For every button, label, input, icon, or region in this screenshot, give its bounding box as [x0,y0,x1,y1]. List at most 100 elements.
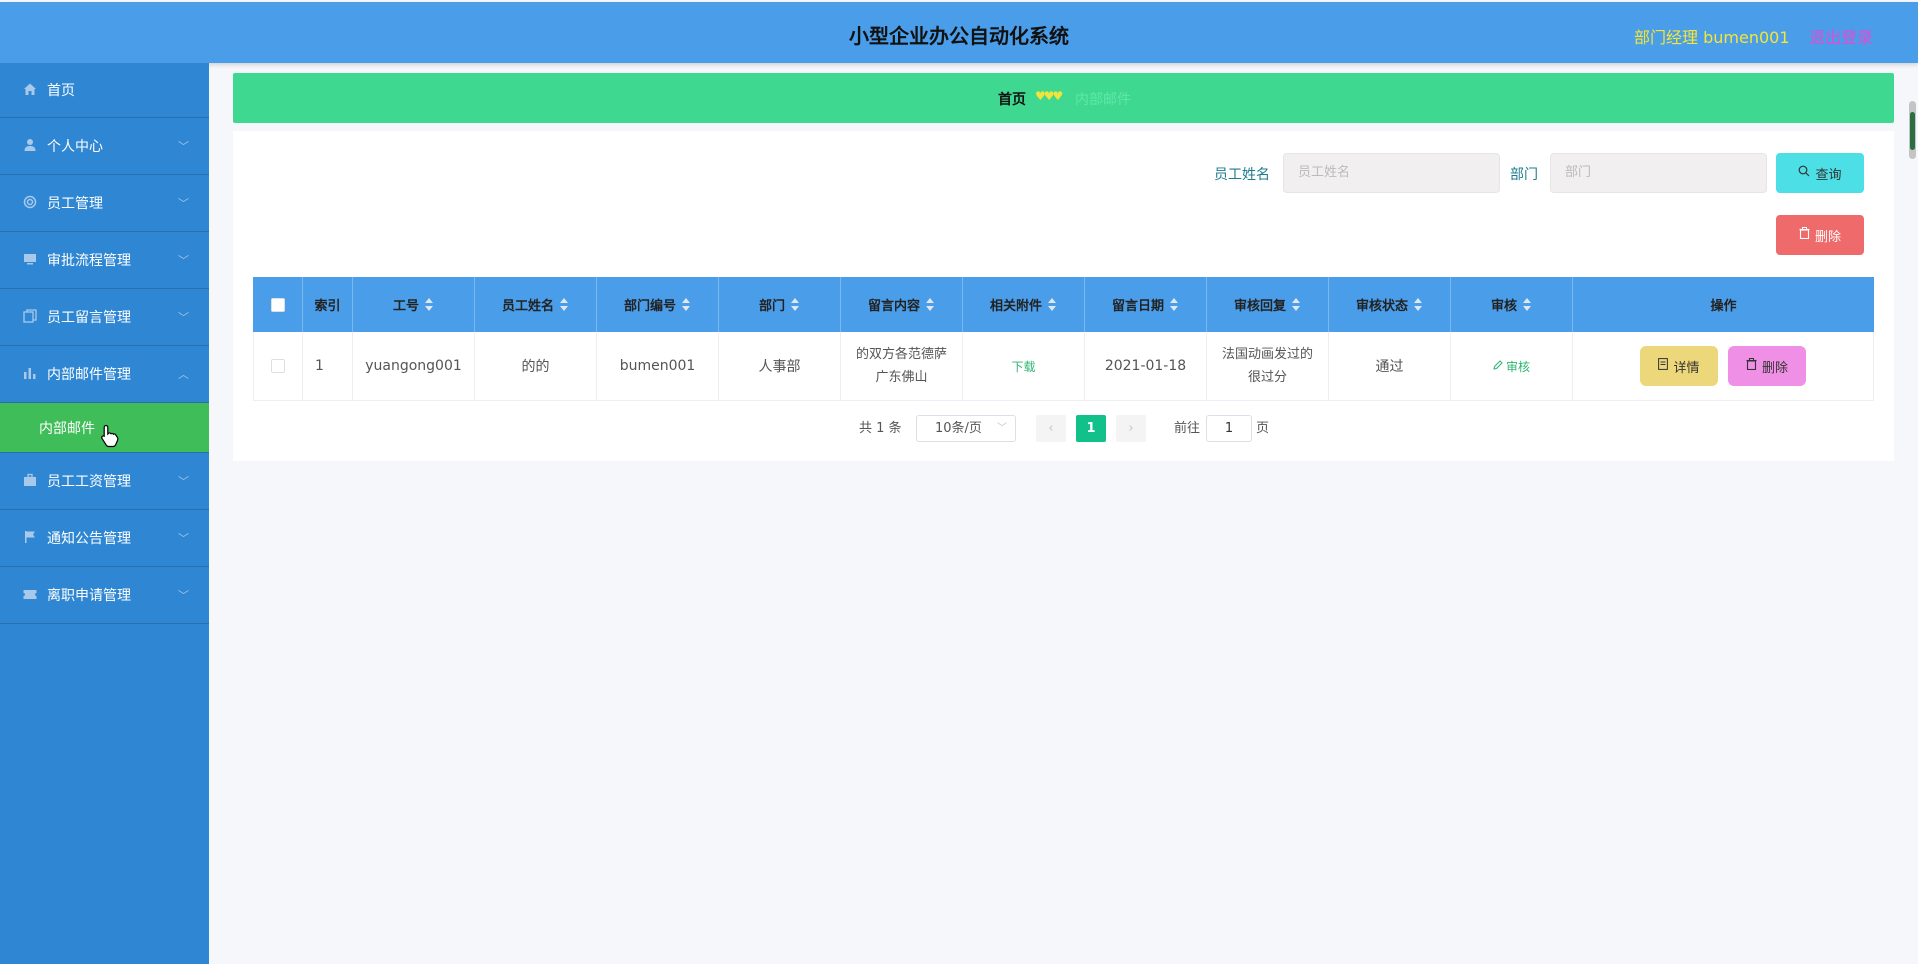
cell-content: 的双方各范德萨广东佛山 [841,332,963,400]
sidebar-item-personal-center[interactable]: 个人中心 ﹀ [0,118,209,175]
cell-actions: 详情 删除 [1573,332,1873,400]
edit-icon [1493,359,1503,373]
goto-label: 前往 [1174,421,1201,436]
employee-name-input[interactable]: 员工姓名 [1283,153,1500,193]
submenu-item-label: 内部邮件 [39,420,95,437]
chevron-down-icon: ﹀ [178,475,189,488]
sidebar-item-label: 内部邮件管理 [47,367,131,383]
search-icon [1798,165,1810,181]
column-header[interactable]: 审核 [1451,277,1573,332]
department-input[interactable]: 部门 [1550,153,1767,193]
cell-dept: 人事部 [719,332,841,400]
sort-icon[interactable] [1523,297,1532,312]
column-header[interactable]: 留言内容 [841,277,963,332]
select-all-cell [253,277,303,332]
sort-icon[interactable] [1292,297,1301,312]
detail-button[interactable]: 详情 [1640,346,1718,386]
row-delete-button[interactable]: 删除 [1728,346,1806,386]
sort-icon[interactable] [682,297,691,312]
batch-delete-button[interactable]: 删除 [1776,215,1864,255]
sort-icon[interactable] [560,297,569,312]
sort-icon[interactable] [926,297,935,312]
cell-audit: 审核 [1451,332,1573,400]
query-button[interactable]: 查询 [1776,153,1864,193]
pagination-total: 共 1 条 [859,421,902,436]
cell-job-no: yuangong001 [353,332,475,400]
column-header[interactable]: 部门编号 [597,277,719,332]
chart-icon [22,366,38,382]
heart-separator-icon: ♥♥♥ [1035,89,1063,103]
column-header[interactable]: 部门 [719,277,841,332]
trash-icon [1746,358,1757,374]
cell-dept-no: bumen001 [597,332,719,400]
sort-icon[interactable] [1170,297,1179,312]
cell-name: 的的 [475,332,597,400]
copy-icon [22,309,38,325]
chevron-down-icon: ﹀ [178,197,189,210]
sort-icon[interactable] [1414,297,1423,312]
sidebar-item-internal-mail[interactable]: 内部邮件管理 ︿ [0,346,209,403]
next-page-button[interactable]: › [1116,415,1146,442]
page-number-button[interactable]: 1 [1076,415,1106,442]
sidebar-item-resignation[interactable]: 离职申请管理 ﹀ [0,567,209,624]
prev-page-button[interactable]: ‹ [1036,415,1066,442]
column-header[interactable]: 相关附件 [963,277,1085,332]
batch-delete-label: 删除 [1814,229,1841,245]
chevron-left-icon: ‹ [1048,421,1054,436]
cell-date: 2021-01-18 [1085,332,1207,400]
chevron-down-icon: ﹀ [178,254,189,267]
department-label: 部门 [1510,167,1538,183]
sidebar-item-label: 员工留言管理 [47,310,131,326]
audit-link[interactable]: 审核 [1493,358,1530,375]
sort-icon[interactable] [1048,297,1057,312]
home-icon [22,82,38,98]
column-header[interactable]: 审核回复 [1207,277,1329,332]
column-header[interactable]: 员工姓名 [475,277,597,332]
monitor-icon [22,252,38,268]
row-checkbox[interactable] [271,359,285,373]
sidebar-item-label: 审批流程管理 [47,253,131,269]
sidebar: 首页 个人中心 ﹀ 员工管理 ﹀ 审批流程管理 ﹀ 员工留言管理 ﹀ 内部邮件管… [0,63,209,964]
chevron-right-icon: › [1128,421,1134,436]
briefcase-icon [22,473,38,489]
download-link[interactable]: 下载 [1011,358,1035,375]
chevron-down-icon: ﹀ [178,589,189,602]
goto-page-input[interactable]: 1 [1206,415,1252,442]
sidebar-item-label: 员工管理 [47,196,103,212]
sidebar-item-messages[interactable]: 员工留言管理 ﹀ [0,289,209,346]
document-icon [1658,358,1669,374]
chevron-down-icon: ﹀ [997,423,1007,434]
row-select-cell [254,332,303,400]
chevron-down-icon: ﹀ [178,311,189,324]
sidebar-item-salary[interactable]: 员工工资管理 ﹀ [0,453,209,510]
cell-index: 1 [303,332,353,400]
cell-attachment: 下载 [963,332,1085,400]
column-header[interactable]: 工号 [353,277,475,332]
sort-icon[interactable] [791,297,800,312]
cell-status: 通过 [1329,332,1451,400]
page-suffix-label: 页 [1256,421,1270,436]
top-header: 小型企业办公自动化系统 部门经理 bumen001 退出登录 [0,2,1918,63]
select-all-checkbox[interactable] [270,297,285,312]
column-header[interactable]: 审核状态 [1329,277,1451,332]
sidebar-item-label: 员工工资管理 [47,474,131,490]
sidebar-item-label: 首页 [47,83,75,99]
cell-reply: 法国动画发过的很过分 [1207,332,1329,400]
column-header[interactable]: 留言日期 [1085,277,1207,332]
sidebar-item-staff[interactable]: 员工管理 ﹀ [0,175,209,232]
breadcrumb-home[interactable]: 首页 [998,89,1026,109]
page-size-select[interactable]: 10条/页 ﹀ [916,415,1016,442]
breadcrumb: 首页 ♥♥♥ 内部邮件 [233,73,1894,123]
flag-icon [22,530,38,546]
breadcrumb-current: 内部邮件 [1075,92,1131,108]
trash-icon [1799,227,1810,243]
chevron-down-icon: ﹀ [178,532,189,545]
query-button-label: 查询 [1815,167,1842,183]
sidebar-item-notices[interactable]: 通知公告管理 ﹀ [0,510,209,567]
sort-icon[interactable] [425,297,434,312]
sidebar-item-home[interactable]: 首页 [0,63,209,118]
sidebar-item-approval[interactable]: 审批流程管理 ﹀ [0,232,209,289]
column-header: 操作 [1710,299,1737,314]
logout-link[interactable]: 退出登录 [1809,24,1873,48]
scrollbar-thumb[interactable] [1910,112,1915,150]
